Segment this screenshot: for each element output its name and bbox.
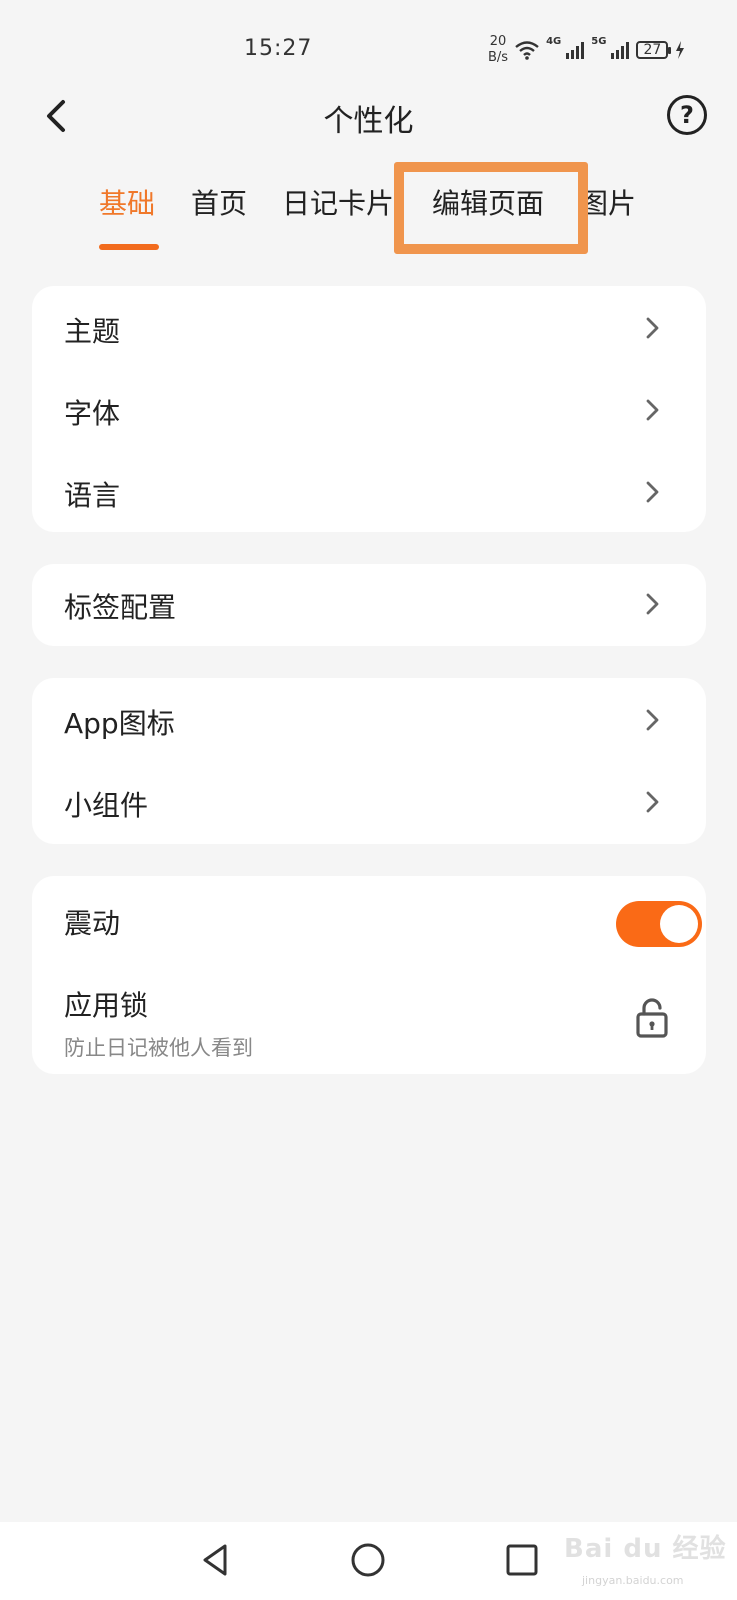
list-item-widget[interactable]: 小组件 (32, 762, 706, 842)
help-button[interactable]: ? (667, 95, 707, 135)
vibration-toggle[interactable] (616, 901, 702, 947)
signal-1-icon (566, 42, 585, 59)
baidu-watermark: Bai du 经验 (564, 1534, 727, 1564)
status-time: 15:27 (244, 36, 313, 61)
settings-card-tags: 标签配置 (32, 564, 706, 646)
tab-diary-card[interactable]: 日记卡片 (282, 182, 394, 222)
app-header: 个性化 ? (0, 86, 737, 150)
settings-card-security: 震动 应用锁 防止日记被他人看到 (32, 876, 706, 1074)
chevron-right-icon (646, 317, 659, 339)
tab-bar: 基础 首页 日记卡片 编辑页面 图片 (0, 160, 737, 260)
signal-2-icon (611, 42, 630, 59)
settings-card-basic: 主题 字体 语言 (32, 286, 706, 532)
toggle-knob (660, 905, 698, 943)
question-icon: ? (680, 101, 694, 129)
list-item-app-lock[interactable]: 应用锁 防止日记被他人看到 (32, 966, 706, 1074)
baidu-watermark-url: jingyan.baidu.com (582, 1574, 684, 1587)
chevron-right-icon (646, 399, 659, 421)
row-label: 震动 (64, 907, 121, 940)
tab-indicator (99, 244, 159, 250)
settings-card-app: App图标 小组件 (32, 678, 706, 844)
tab-basic[interactable]: 基础 (99, 182, 155, 222)
row-label: 小组件 (64, 789, 149, 822)
list-item-font[interactable]: 字体 (32, 370, 706, 450)
tab-home[interactable]: 首页 (191, 182, 247, 222)
row-label: 字体 (64, 397, 121, 430)
net-speed: 20 B/s (488, 34, 508, 66)
chevron-right-icon (646, 791, 659, 813)
row-label: 语言 (64, 479, 121, 512)
list-item-language[interactable]: 语言 (32, 452, 706, 532)
list-item-tag-config[interactable]: 标签配置 (32, 564, 706, 644)
status-bar: 15:27 20 B/s 4G 5G 27 (0, 0, 737, 90)
signal-2-label: 5G (591, 36, 607, 47)
row-label: 主题 (64, 315, 121, 348)
row-label: App图标 (64, 707, 175, 740)
nav-recents-icon[interactable] (500, 1538, 544, 1582)
status-icons: 20 B/s 4G 5G 27 (488, 30, 686, 70)
page-title: 个性化 (323, 104, 414, 139)
tab-images[interactable]: 图片 (580, 182, 636, 222)
row-subtitle: 防止日记被他人看到 (64, 1036, 253, 1060)
list-item-vibration: 震动 (32, 880, 706, 968)
highlight-box (394, 162, 588, 254)
wifi-icon (515, 41, 539, 60)
signal-1-label: 4G (546, 36, 562, 47)
nav-home-icon[interactable] (346, 1538, 390, 1582)
list-item-app-icon[interactable]: App图标 (32, 680, 706, 760)
net-speed-value: 20 (489, 34, 507, 49)
row-label: 标签配置 (64, 591, 177, 624)
chevron-right-icon (646, 593, 659, 615)
battery-level: 27 (643, 42, 662, 58)
row-label: 应用锁 (64, 989, 149, 1022)
chevron-right-icon (646, 481, 659, 503)
charging-icon (676, 41, 685, 59)
unlock-icon (636, 998, 668, 1038)
net-speed-unit: B/s (488, 50, 509, 65)
list-item-theme[interactable]: 主题 (32, 288, 706, 368)
chevron-right-icon (646, 709, 659, 731)
battery-icon: 27 (636, 41, 672, 59)
nav-back-icon[interactable] (194, 1538, 238, 1582)
